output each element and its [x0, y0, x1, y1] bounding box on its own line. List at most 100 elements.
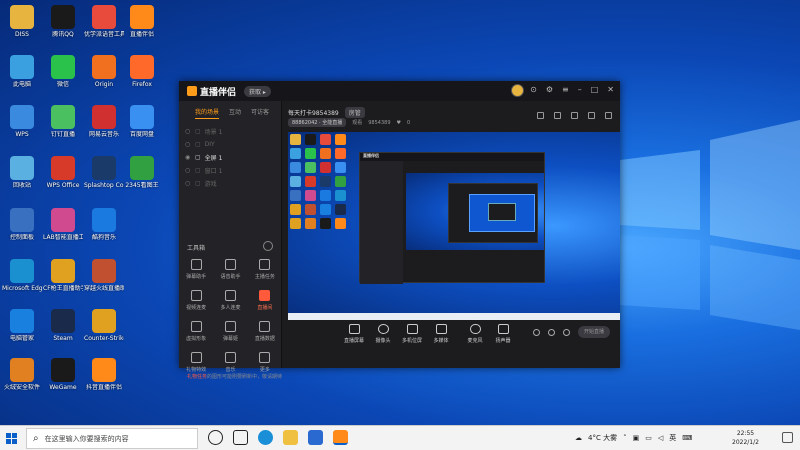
live-companion-taskbar-icon[interactable]	[333, 430, 348, 445]
desktop-icon[interactable]: 控制面板	[2, 205, 42, 253]
tool-button[interactable]: 多人连麦	[213, 290, 247, 315]
version-button[interactable]: 获取 ▸	[244, 85, 271, 97]
desktop-icon[interactable]: 腾讯QQ	[43, 2, 83, 50]
control-mic[interactable]: 麦克风	[461, 324, 489, 344]
control-screen[interactable]: 直播屏幕	[340, 324, 368, 344]
eye-icon[interactable]: ◉	[185, 154, 191, 161]
network-icon[interactable]: ▭	[645, 434, 652, 442]
taskbar-search[interactable]: ⌕ 在这里输入你要搜索的内容	[26, 428, 198, 449]
desktop-icon[interactable]: CF枪王直播助手	[43, 256, 83, 304]
desktop-icon[interactable]: 百度网盘	[122, 102, 162, 150]
lock-icon[interactable]: ▢	[195, 154, 201, 161]
record-icon[interactable]	[588, 112, 595, 119]
mail-icon[interactable]	[308, 430, 323, 445]
tab-scenes[interactable]: 我的场景	[195, 107, 220, 119]
lock-icon[interactable]: ▢	[195, 141, 201, 148]
control-media[interactable]: 多媒体	[427, 324, 455, 344]
file-explorer-icon[interactable]	[283, 430, 298, 445]
stream-preview[interactable]: 直播伴侣	[288, 132, 620, 320]
toolbox-settings-icon[interactable]	[263, 241, 273, 251]
desktop-icon[interactable]: LAB智能直播工具	[43, 205, 83, 253]
room-badge[interactable]: 房管	[344, 107, 365, 118]
tab-interact[interactable]: 互动	[229, 107, 241, 119]
video-icon[interactable]	[533, 329, 540, 336]
desktop-icon[interactable]: 火绒安全软件	[2, 355, 42, 403]
desktop-icon[interactable]: WeGame	[43, 355, 83, 403]
control-speaker[interactable]: 扬声器	[489, 324, 517, 344]
volume-icon[interactable]: ◁	[658, 434, 663, 442]
desktop-icon[interactable]: Counter-Strike Global Offensive	[84, 306, 124, 354]
desktop-icon[interactable]: 微信	[43, 52, 83, 100]
tool-button[interactable]: 视频连麦	[179, 290, 213, 315]
scene-item[interactable]: ○ ▢ DIY	[185, 138, 281, 151]
task-view-icon[interactable]	[233, 430, 248, 445]
tool-button[interactable]: 弹幕姬	[213, 321, 247, 346]
tray-app-icon[interactable]: ▣	[633, 434, 640, 442]
scene-item[interactable]: ○ ▢ 场景 1	[185, 125, 281, 138]
control-multiscreen[interactable]: 多机位屏	[398, 324, 426, 344]
eye-icon[interactable]: ○	[185, 167, 191, 174]
lock-icon[interactable]: ▢	[195, 128, 201, 135]
desktop-icon[interactable]: WPS Office	[43, 153, 83, 201]
desktop-icon[interactable]: Splashtop Connect	[84, 153, 124, 201]
mute-icon[interactable]	[548, 329, 555, 336]
desktop-icon[interactable]: 此电脑	[2, 52, 42, 100]
keyboard-icon[interactable]: ⌨	[682, 434, 692, 442]
desktop-icon[interactable]: 电脑管家	[2, 306, 42, 354]
desktop-icon[interactable]: 抖音直播伴侣	[84, 355, 124, 403]
language-indicator[interactable]: 英	[669, 433, 676, 443]
eye-icon[interactable]: ○	[185, 180, 191, 187]
start-live-button[interactable]: 开始直播	[578, 326, 610, 338]
lock-icon[interactable]: ▢	[195, 180, 201, 187]
lock-icon[interactable]	[554, 112, 561, 119]
scene-item[interactable]: ◉ ▢ 全屏 1	[185, 151, 281, 164]
share-icon[interactable]	[605, 112, 612, 119]
desktop-icon[interactable]: Firefox	[122, 52, 162, 100]
minimize-icon[interactable]: –	[578, 85, 582, 94]
desktop-icon[interactable]: Origin	[84, 52, 124, 100]
desktop-icon[interactable]: 回收站	[2, 153, 42, 201]
preview-icon	[335, 148, 346, 159]
tab-guest[interactable]: 可访客	[251, 107, 269, 119]
desktop-icon[interactable]: Microsoft Edge	[2, 256, 42, 304]
tool-button[interactable]: 弹幕助手	[179, 259, 213, 284]
eye-icon[interactable]: ○	[185, 141, 191, 148]
help-icon[interactable]: ⊙	[530, 85, 537, 94]
maximize-icon[interactable]: □	[591, 85, 599, 94]
desktop-icon[interactable]: 酷狗音乐	[84, 205, 124, 253]
windows-start-icon[interactable]	[6, 433, 17, 444]
close-icon[interactable]: ✕	[607, 85, 614, 94]
control-camera[interactable]: 摄像头	[369, 324, 397, 344]
avatar[interactable]	[511, 84, 524, 97]
weather-text[interactable]: 4°C 大雾	[588, 433, 617, 443]
desktop-icon[interactable]: 直播伴侣	[122, 2, 162, 50]
desktop-icon[interactable]: 穿越火线直播助手	[84, 256, 124, 304]
menu-icon[interactable]: ≡	[562, 85, 569, 94]
gift-icon[interactable]	[537, 112, 544, 119]
desktop-icon[interactable]: 钉钉直播	[43, 102, 83, 150]
scene-item[interactable]: ○ ▢ 窗口 1	[185, 164, 281, 177]
lock-icon[interactable]: ▢	[195, 167, 201, 174]
gear-icon[interactable]	[563, 329, 570, 336]
desktop-icon[interactable]: 2345看图王	[122, 153, 162, 201]
chevron-up-icon[interactable]: ˄	[623, 434, 627, 442]
eye-icon[interactable]: ○	[185, 128, 191, 135]
layout-icon[interactable]	[571, 112, 578, 119]
desktop-icon[interactable]: 优学派语音工具	[84, 2, 124, 50]
tool-button[interactable]: 虚拟形象	[179, 321, 213, 346]
edge-icon[interactable]	[258, 430, 273, 445]
settings-icon[interactable]: ⚙	[546, 85, 553, 94]
desktop-icon[interactable]: 网易云音乐	[84, 102, 124, 150]
tool-button[interactable]: 直播间	[248, 290, 282, 315]
desktop-icon[interactable]: Steam	[43, 306, 83, 354]
desktop-icon[interactable]: WPS	[2, 102, 42, 150]
desktop-icon[interactable]: DISS	[2, 2, 42, 50]
notification-icon[interactable]	[782, 432, 793, 443]
tool-button[interactable]: 主播任务	[248, 259, 282, 284]
scene-item[interactable]: ○ ▢ 游戏	[185, 177, 281, 190]
cortana-icon[interactable]	[208, 430, 223, 445]
preview-icon	[320, 148, 331, 159]
clock[interactable]: 22:55 2022/1/2	[732, 429, 759, 447]
tool-button[interactable]: 直播数据	[248, 321, 282, 346]
tool-button[interactable]: 语音助手	[213, 259, 247, 284]
